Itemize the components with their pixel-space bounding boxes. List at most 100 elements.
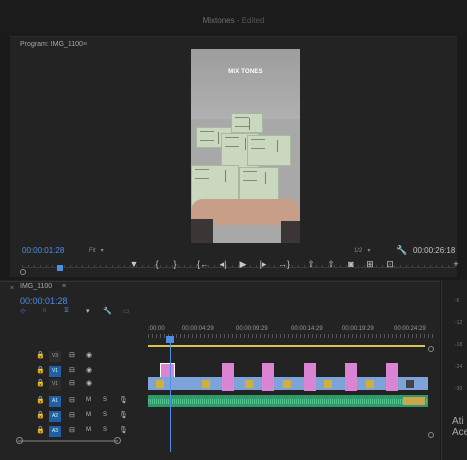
window-title: Mixtones - Edited xyxy=(0,16,467,25)
solo-button[interactable]: S xyxy=(103,397,107,403)
panel-menu-icon[interactable]: ≡ xyxy=(83,41,87,48)
ruler-label: 00:00:04:29 xyxy=(182,326,214,332)
eye-icon[interactable]: ◉ xyxy=(86,351,92,359)
close-tab-icon[interactable]: × xyxy=(10,285,14,292)
mark-in-icon[interactable]: { xyxy=(149,258,165,270)
eye-icon[interactable]: ◉ xyxy=(86,366,92,374)
meter-scale-label: -12 xyxy=(455,320,463,326)
sync-lock-icon[interactable]: ⊟ xyxy=(69,351,75,359)
lock-icon[interactable]: 🔒 xyxy=(36,379,45,387)
sequence-tab[interactable]: IMG_1100 xyxy=(20,283,52,290)
marker-icon[interactable]: ▾ xyxy=(86,307,90,315)
lock-icon[interactable]: 🔒 xyxy=(36,426,45,434)
sync-lock-icon[interactable]: ⊟ xyxy=(69,426,75,434)
export-frame-icon[interactable]: ◙ xyxy=(343,258,359,270)
add-button-icon[interactable]: + xyxy=(448,258,464,270)
go-to-in-icon[interactable]: {← xyxy=(195,258,211,270)
product-box xyxy=(247,135,291,166)
audio-track-header: 🔒 A1 ⊟ M S 🎙 xyxy=(0,395,148,408)
go-to-out-icon[interactable]: →} xyxy=(276,258,292,270)
step-back-icon[interactable]: ◂| xyxy=(215,258,231,270)
audio-transition[interactable] xyxy=(403,397,425,405)
play-icon[interactable]: ▶ xyxy=(235,258,251,270)
track-target-v3[interactable]: V3 xyxy=(49,351,61,362)
v-scroll-handle[interactable] xyxy=(428,346,434,352)
microphone-icon[interactable]: 🎙 xyxy=(119,411,128,419)
graphic-clip[interactable] xyxy=(160,363,175,378)
mute-button[interactable]: M xyxy=(86,412,91,418)
playhead-line[interactable] xyxy=(170,336,171,452)
adjustment-clip[interactable] xyxy=(262,377,274,390)
track-target-a3[interactable]: A3 xyxy=(49,426,61,437)
sync-lock-icon[interactable]: ⊟ xyxy=(69,379,75,387)
scrubber-playhead[interactable] xyxy=(56,265,63,271)
track-target-a1[interactable]: A1 xyxy=(49,396,61,407)
timeline-settings-icon[interactable]: 🔧 xyxy=(103,307,112,315)
overwrite-icon[interactable]: ⊡ xyxy=(382,258,398,270)
lock-icon[interactable]: 🔒 xyxy=(36,411,45,419)
ruler-label: :00:00 xyxy=(148,326,165,332)
fx-badge-icon xyxy=(156,380,164,388)
solo-button[interactable]: S xyxy=(103,427,107,433)
fx-badge-icon xyxy=(283,380,291,388)
captions-icon[interactable]: ▭ xyxy=(123,307,130,315)
ruler-label: 00:00:09:29 xyxy=(236,326,268,332)
adjustment-clip[interactable] xyxy=(386,377,398,390)
sync-lock-icon[interactable]: ⊟ xyxy=(69,411,75,419)
fx-badge-icon xyxy=(324,380,332,388)
playhead-timecode[interactable]: 00:00:01:28 xyxy=(22,246,64,255)
v-scroll-handle[interactable] xyxy=(428,432,434,438)
adjustment-clip[interactable] xyxy=(345,377,357,390)
eye-icon[interactable]: ◉ xyxy=(86,379,92,387)
step-forward-icon[interactable]: |▸ xyxy=(255,258,271,270)
adjustment-clip[interactable] xyxy=(222,377,234,390)
source-patch[interactable]: V1 xyxy=(49,366,61,377)
sync-lock-icon[interactable]: ⊟ xyxy=(69,366,75,374)
add-marker-icon[interactable]: ⧖ xyxy=(64,307,69,315)
timeline-timecode[interactable]: 00:00:01:28 xyxy=(20,296,68,306)
zoom-handle-right[interactable] xyxy=(114,437,121,444)
program-monitor-title[interactable]: Program: IMG_1100 xyxy=(20,41,83,48)
track-target-v1[interactable]: V1 xyxy=(49,379,61,390)
fx-badge-icon xyxy=(366,380,374,388)
insert-icon[interactable]: ⊞ xyxy=(362,258,378,270)
adjustment-clip[interactable] xyxy=(304,377,316,390)
time-ruler[interactable]: :00:00 00:00:04:29 00:00:09:29 00:00:14:29 0… xyxy=(148,305,436,341)
lift-icon[interactable]: ⇧ xyxy=(303,258,319,270)
audio-track-header: 🔒 A2 ⊟ M S 🎙 xyxy=(0,410,148,423)
track-target-a2[interactable]: A2 xyxy=(49,411,61,422)
linked-selection-icon[interactable]: ∩ xyxy=(42,307,47,314)
ruler-label: 00:00:14:29 xyxy=(291,326,323,332)
video-track-header: 🔒 V1 ⊟ ◉ xyxy=(0,378,148,391)
playback-resolution-dropdown[interactable]: 1/2 ▾ xyxy=(354,247,370,254)
work-area-bar[interactable] xyxy=(148,345,425,347)
zoom-level-dropdown[interactable]: Fit ▾ xyxy=(89,247,104,254)
timeline-menu-icon[interactable]: ≡ xyxy=(62,283,66,290)
solo-button[interactable]: S xyxy=(103,412,107,418)
lock-icon[interactable]: 🔒 xyxy=(36,351,45,359)
zoom-handle-left[interactable] xyxy=(16,437,23,444)
product-box xyxy=(231,113,263,133)
mute-button[interactable]: M xyxy=(86,427,91,433)
video-track-header: 🔒V1V2⊟◉ xyxy=(0,365,148,378)
ruler-label: 00:00:24:29 xyxy=(394,326,426,332)
sync-lock-icon[interactable]: ⊟ xyxy=(69,396,75,404)
extract-icon[interactable]: ⇧ xyxy=(323,258,339,270)
meter-scale-label: -18 xyxy=(455,342,463,348)
wrench-icon[interactable]: 🔧 xyxy=(396,245,407,256)
lock-icon[interactable]: 🔒 xyxy=(36,396,45,404)
sleeve xyxy=(281,221,300,243)
audio-clip[interactable] xyxy=(148,395,428,407)
add-marker-icon[interactable]: ▼ xyxy=(126,258,142,270)
sleeve xyxy=(191,219,213,243)
scroll-handle-left[interactable] xyxy=(20,269,26,275)
mark-out-icon[interactable]: } xyxy=(167,258,183,270)
meter-scale-label: -30 xyxy=(455,386,463,392)
snap-icon[interactable]: ⊹ xyxy=(20,307,26,315)
timeline-zoom-bar[interactable] xyxy=(18,440,118,442)
microphone-icon[interactable]: 🎙 xyxy=(119,396,128,404)
duration-timecode: 00:00:26:18 xyxy=(413,246,456,255)
mute-button[interactable]: M xyxy=(86,397,91,403)
lock-icon[interactable]: 🔒 xyxy=(36,366,45,374)
microphone-icon[interactable]: 🎙 xyxy=(119,426,128,434)
